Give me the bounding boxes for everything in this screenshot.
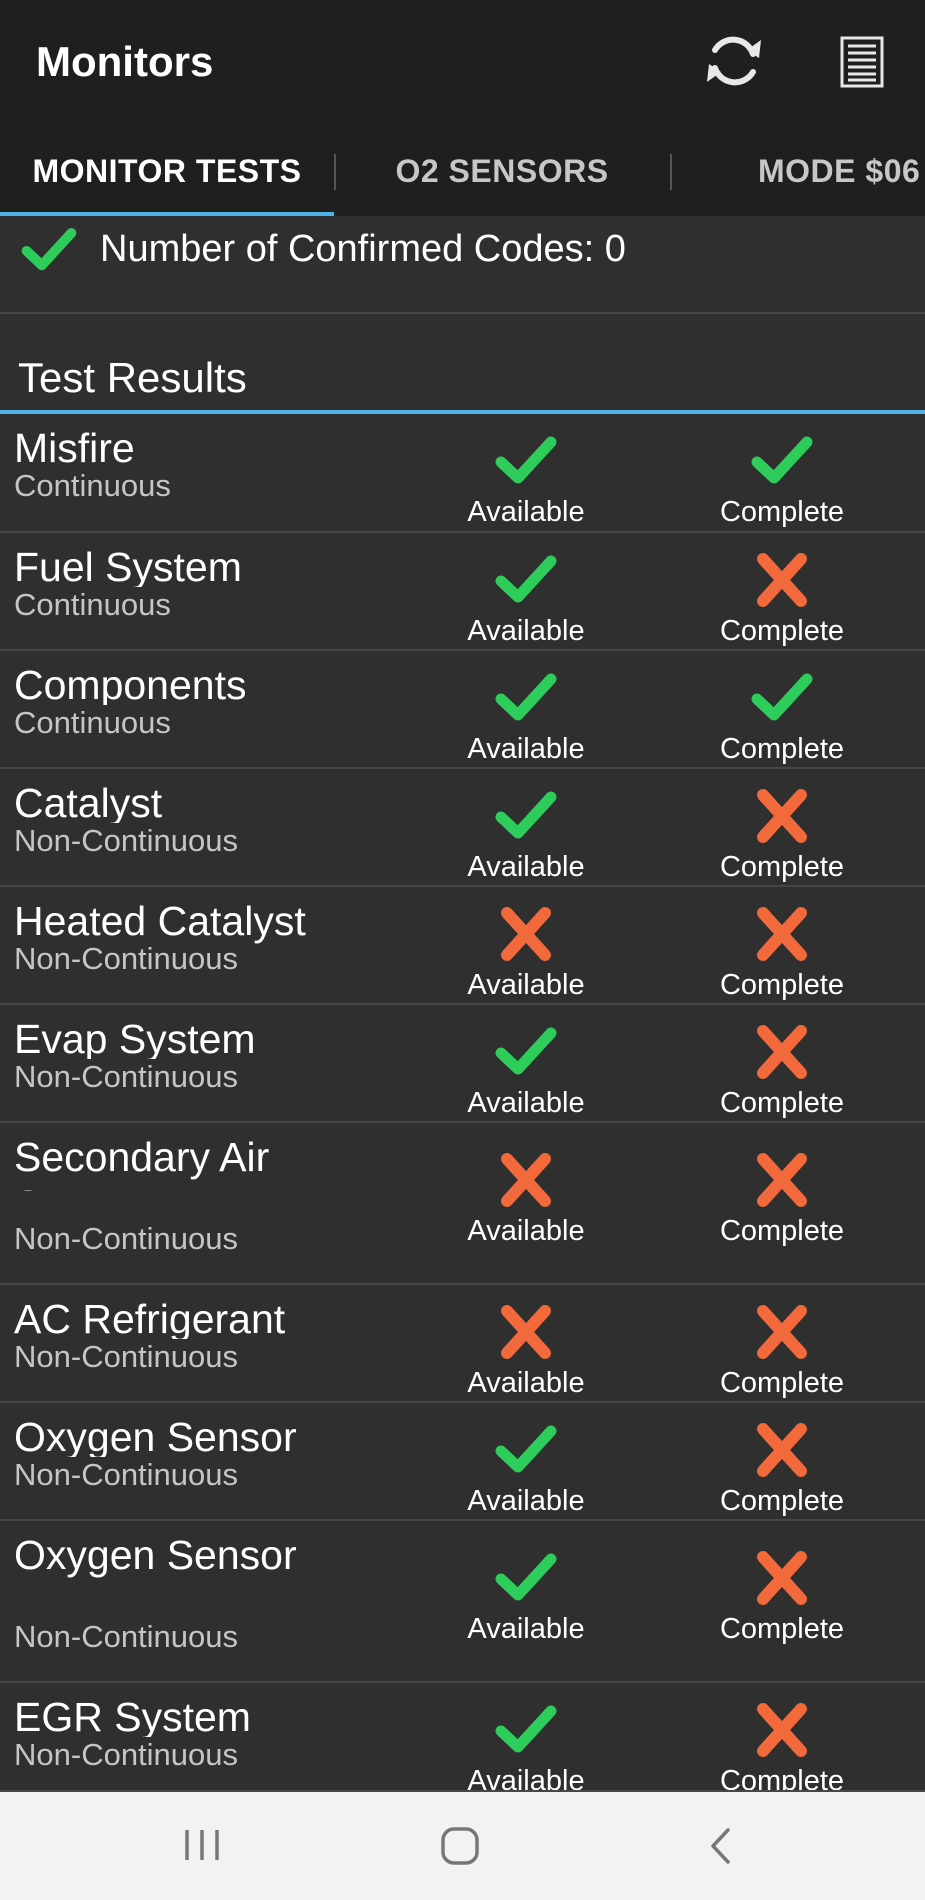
back-icon[interactable]: [708, 1826, 732, 1866]
cross-icon: [757, 1153, 807, 1207]
cross-icon: [757, 1551, 807, 1605]
monitor-name: Fuel System: [14, 544, 242, 590]
section-title: Test Results: [18, 354, 247, 401]
monitor-type: Non-Continuous: [14, 1221, 239, 1257]
check-icon: [495, 1425, 557, 1473]
monitor-row[interactable]: Evap System Non-Continuous Available Comple…: [0, 1005, 925, 1123]
tab-divider: [670, 154, 672, 190]
check-icon: [495, 555, 557, 603]
monitor-row[interactable]: EGR System Non-Continuous Available Complet…: [0, 1683, 925, 1792]
monitor-row[interactable]: Fuel System Continuous Available Complete: [0, 533, 925, 651]
monitor-name: Oxygen Sensor: [14, 1414, 297, 1460]
cross-icon: [501, 1153, 551, 1207]
available-label: Available: [467, 1485, 585, 1517]
monitor-name: Catalyst: [14, 780, 163, 826]
monitor-row[interactable]: Secondary Air System Non-Continuous Availa…: [0, 1123, 925, 1285]
monitor-row[interactable]: Components Continuous Available Complete: [0, 651, 925, 769]
complete-label: Complete: [719, 615, 845, 647]
available-label: Available: [467, 496, 585, 528]
cross-icon: [757, 553, 807, 607]
complete-label: Complete: [719, 733, 845, 765]
available-label: Available: [467, 1613, 585, 1645]
complete-label: Complete: [719, 851, 845, 883]
monitor-type: Non-Continuous: [14, 1619, 239, 1655]
monitor-type: Non-Continuous: [14, 1457, 239, 1493]
monitor-name: EGR System: [14, 1694, 251, 1740]
complete-label: Complete: [719, 1087, 845, 1119]
monitor-row[interactable]: Heated Catalyst Non-Continuous Available Co…: [0, 887, 925, 1005]
monitor-type: Continuous: [14, 705, 171, 741]
monitor-row[interactable]: Misfire Continuous Available Complete: [0, 414, 925, 533]
complete-label: Complete: [719, 1367, 845, 1399]
available-label: Available: [467, 615, 585, 647]
cross-icon: [757, 1305, 807, 1359]
document-list-icon[interactable]: [840, 36, 884, 88]
check-icon: [21, 228, 77, 271]
monitor-name: Oxygen Sensor Heater: [14, 1532, 297, 1589]
monitor-type: Non-Continuous: [14, 823, 239, 859]
cross-icon: [501, 1305, 551, 1359]
complete-label: Complete: [719, 1485, 845, 1517]
available-label: Available: [467, 851, 585, 883]
cross-icon: [757, 1423, 807, 1477]
complete-label: Complete: [719, 1613, 845, 1645]
monitor-row[interactable]: AC Refrigerant Non-Continuous Available Com…: [0, 1285, 925, 1403]
check-icon: [751, 673, 813, 721]
tab-mode-06[interactable]: MODE $06: [758, 128, 920, 216]
check-icon: [495, 673, 557, 721]
available-label: Available: [467, 1087, 585, 1119]
check-icon: [495, 1027, 557, 1075]
available-label: Available: [467, 733, 585, 765]
tab-o2-sensors[interactable]: O2 SENSORS: [334, 128, 670, 216]
monitor-type: Non-Continuous: [14, 1059, 239, 1095]
system-nav-bar: [0, 1792, 925, 1900]
divider: [0, 312, 925, 314]
monitor-row[interactable]: Oxygen Sensor Non-Continuous Available Comp…: [0, 1403, 925, 1521]
app-bar: Monitors: [0, 0, 925, 128]
monitor-type: Continuous: [14, 587, 171, 623]
cross-icon: [757, 907, 807, 961]
complete-label: Complete: [719, 1215, 845, 1247]
monitor-row[interactable]: Catalyst Non-Continuous Available Complete: [0, 769, 925, 887]
available-label: Available: [467, 1367, 585, 1399]
confirmed-codes-text: Number of Confirmed Codes: 0: [100, 228, 626, 270]
monitor-name: Evap System: [14, 1016, 256, 1062]
available-label: Available: [467, 1765, 585, 1792]
complete-label: Complete: [719, 969, 845, 1001]
monitor-name: Secondary Air System: [14, 1134, 270, 1191]
check-icon: [495, 791, 557, 839]
cross-icon: [757, 789, 807, 843]
available-label: Available: [467, 1215, 585, 1247]
available-label: Available: [467, 969, 585, 1001]
complete-label: Complete: [719, 496, 845, 528]
monitor-name: AC Refrigerant: [14, 1296, 286, 1342]
cross-icon: [757, 1703, 807, 1757]
monitor-type: Non-Continuous: [14, 941, 239, 977]
check-icon: [495, 1553, 557, 1601]
tab-bar: MONITOR TESTS O2 SENSORS MODE $06: [0, 128, 925, 216]
monitor-name: Heated Catalyst: [14, 898, 306, 944]
monitor-name: Components: [14, 662, 247, 708]
tab-monitor-tests[interactable]: MONITOR TESTS: [0, 128, 334, 216]
confirmed-codes-row: Number of Confirmed Codes: 0: [0, 216, 925, 312]
home-icon[interactable]: [440, 1826, 480, 1866]
monitor-type: Non-Continuous: [14, 1737, 239, 1773]
monitor-type: Continuous: [14, 468, 171, 504]
page-title: Monitors: [36, 38, 214, 85]
monitor-row[interactable]: Oxygen Sensor Heater Non-Continuous Availa…: [0, 1521, 925, 1683]
cross-icon: [501, 907, 551, 961]
check-icon: [495, 436, 557, 484]
monitor-type: Non-Continuous: [14, 1339, 239, 1375]
check-icon: [495, 1705, 557, 1753]
check-icon: [751, 436, 813, 484]
recent-apps-icon[interactable]: [182, 1828, 222, 1862]
complete-label: Complete: [719, 1765, 845, 1792]
monitor-name: Misfire: [14, 425, 135, 471]
cross-icon: [757, 1025, 807, 1079]
refresh-icon[interactable]: [703, 30, 765, 92]
